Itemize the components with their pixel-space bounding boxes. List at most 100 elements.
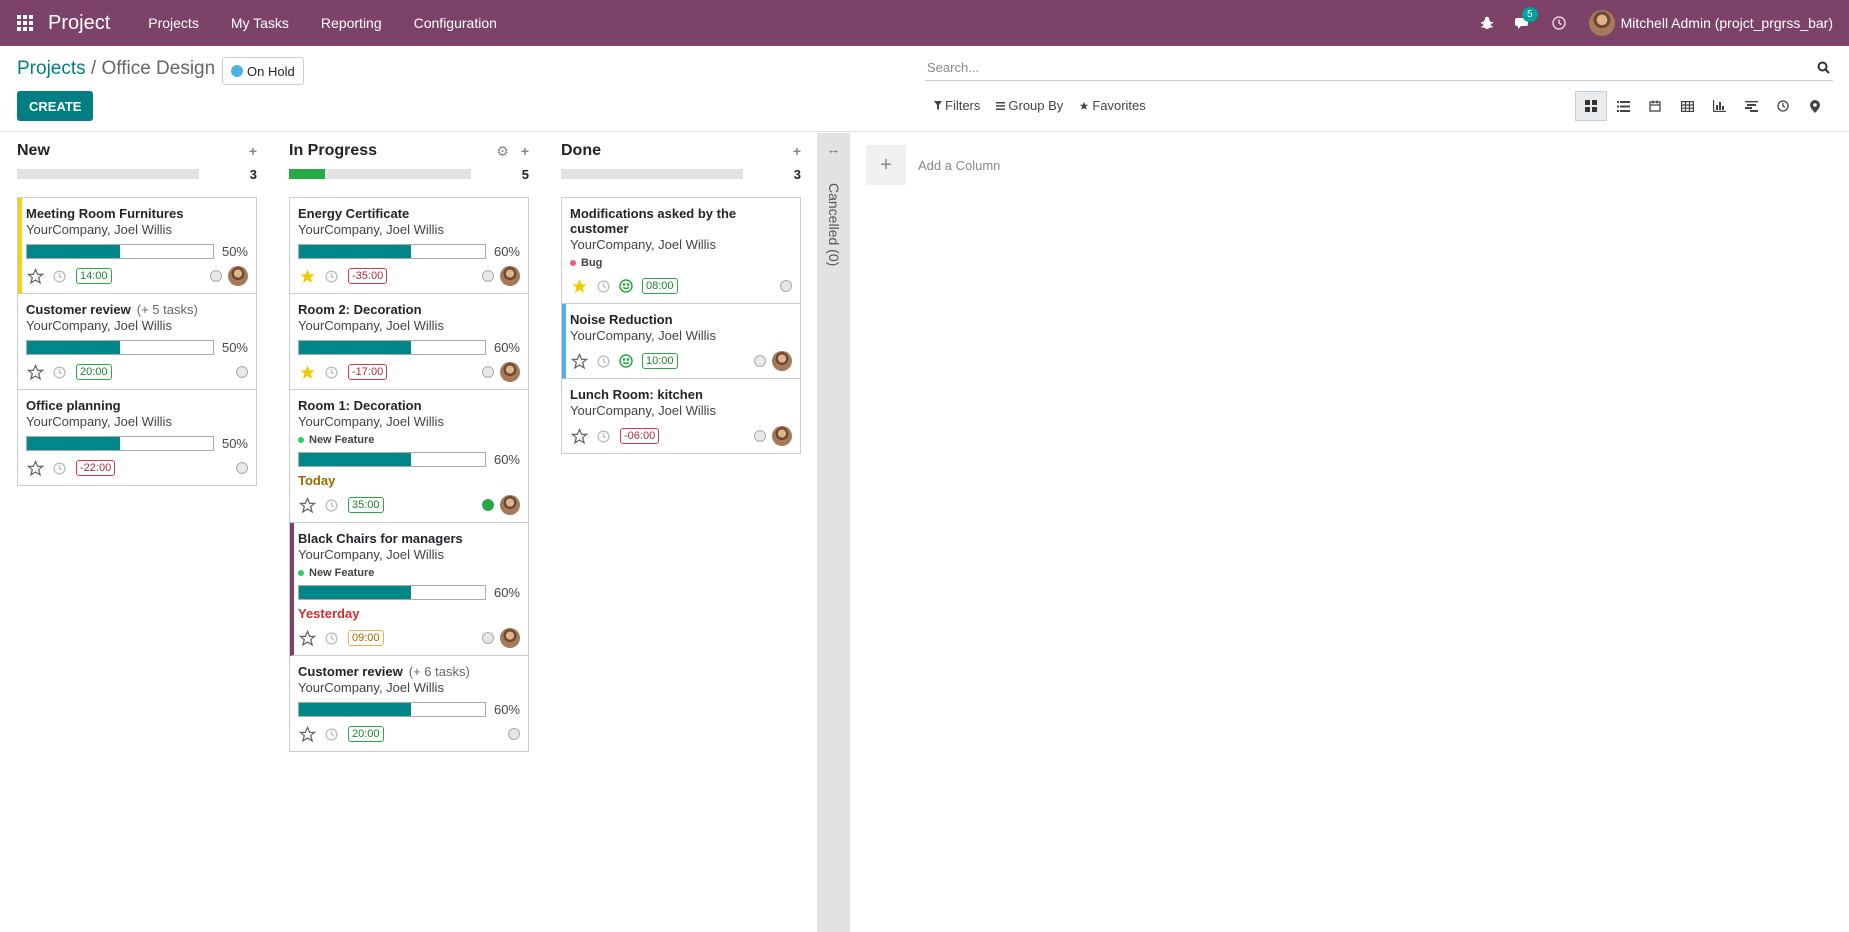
priority-star-icon[interactable] (26, 363, 44, 381)
kanban-state-dot[interactable] (210, 270, 222, 282)
priority-star-icon[interactable] (570, 352, 588, 370)
bug-icon[interactable] (1469, 16, 1505, 30)
priority-star-icon[interactable] (298, 725, 316, 743)
progress-fill (299, 245, 411, 258)
view-list-button[interactable] (1607, 91, 1639, 121)
view-calendar-button[interactable] (1639, 91, 1671, 121)
task-card[interactable]: Customer review (+ 5 tasks) YourCompany, J… (18, 294, 256, 390)
assignee-avatar[interactable] (500, 495, 520, 515)
group-by-button[interactable]: Group By (996, 98, 1063, 113)
assignee-avatar[interactable] (772, 351, 792, 371)
priority-star-icon[interactable] (298, 363, 316, 381)
column-progress-track[interactable] (289, 169, 471, 179)
task-card[interactable]: Meeting Room Furnitures YourCompany, Joel… (18, 198, 256, 294)
subtask-count[interactable]: (+ 6 tasks) (409, 664, 470, 679)
messages-icon[interactable]: 5 (1505, 7, 1541, 30)
priority-star-icon[interactable] (570, 427, 588, 445)
task-partner: YourCompany, Joel Willis (298, 222, 444, 237)
assignee-avatar[interactable] (772, 426, 792, 446)
kanban-state-dot[interactable] (754, 430, 766, 442)
column-quick-create-plus-icon[interactable]: + (521, 143, 529, 160)
view-activity-button[interactable] (1767, 91, 1799, 121)
activity-clock-icon[interactable] (1541, 16, 1577, 30)
task-footer: -35:00 (298, 265, 520, 287)
project-status-button[interactable]: On Hold (222, 57, 304, 85)
kanban-state-dot[interactable] (754, 355, 766, 367)
task-card[interactable]: Lunch Room: kitchen YourCompany, Joel Wil… (562, 379, 800, 454)
create-button[interactable]: CREATE (17, 91, 94, 121)
task-card[interactable]: Office planning YourCompany, Joel Willis 5… (18, 390, 256, 486)
assignee-avatar[interactable] (228, 266, 248, 286)
add-column-button[interactable]: + Add a Column (866, 145, 1000, 185)
priority-star-icon[interactable] (298, 629, 316, 647)
expand-arrows-icon[interactable]: ↔ (817, 141, 850, 157)
activity-clock-icon[interactable] (50, 363, 68, 381)
activity-clock-icon[interactable] (594, 427, 612, 445)
subtask-count[interactable]: (+ 5 tasks) (137, 302, 198, 317)
activity-clock-icon[interactable] (322, 725, 340, 743)
search-input[interactable] (925, 60, 1813, 75)
menu-my-tasks[interactable]: My Tasks (215, 15, 305, 31)
menu-configuration[interactable]: Configuration (398, 15, 513, 31)
kanban-state-dot[interactable] (482, 499, 494, 511)
priority-star-icon[interactable] (26, 459, 44, 477)
kanban-state-dot[interactable] (780, 280, 792, 292)
task-name: Meeting Room Furnitures (26, 206, 184, 221)
priority-star-icon[interactable] (298, 496, 316, 514)
menu-reporting[interactable]: Reporting (305, 15, 398, 31)
activity-clock-icon[interactable] (322, 267, 340, 285)
assignee-avatar[interactable] (500, 266, 520, 286)
task-card[interactable]: Noise Reduction YourCompany, Joel Willis 1… (562, 304, 800, 379)
favorites-button[interactable]: Favorites (1079, 98, 1146, 113)
priority-star-icon[interactable] (570, 277, 588, 295)
messages-count-badge: 5 (1522, 7, 1538, 22)
assignee-avatar[interactable] (500, 628, 520, 648)
task-card[interactable]: Modifications asked by the customer YourC… (562, 198, 800, 304)
folded-column-cancelled[interactable]: ↔ Cancelled (0) (817, 133, 850, 932)
view-gantt-button[interactable] (1735, 91, 1767, 121)
progress-fill (27, 437, 120, 450)
task-card[interactable]: Customer review (+ 6 tasks) YourCompany, J… (290, 656, 528, 752)
view-graph-button[interactable] (1703, 91, 1735, 121)
priority-star-icon[interactable] (26, 267, 44, 285)
task-card[interactable]: Energy Certificate YourCompany, Joel Will… (290, 198, 528, 294)
progress-percent: 50% (221, 340, 248, 355)
breadcrumb-projects[interactable]: Projects (17, 58, 86, 79)
kanban-state-dot[interactable] (482, 366, 494, 378)
kanban-state-dot[interactable] (508, 728, 520, 740)
kanban-state-dot[interactable] (236, 366, 248, 378)
kanban-state-dot[interactable] (236, 462, 248, 474)
column-progress-track[interactable] (561, 169, 743, 179)
user-menu[interactable]: Mitchell Admin (projct_prgrss_bar) (1577, 10, 1849, 36)
apps-grid-icon[interactable] (14, 12, 36, 34)
app-brand[interactable]: Project (48, 12, 110, 35)
kanban-state-dot[interactable] (482, 632, 494, 644)
task-card[interactable]: Room 1: Decoration YourCompany, Joel Will… (290, 390, 528, 523)
activity-clock-icon[interactable] (322, 629, 340, 647)
column-settings-gear-icon[interactable]: ⚙ (496, 143, 509, 160)
kanban-state-dot[interactable] (482, 270, 494, 282)
column-progress-track[interactable] (17, 169, 199, 179)
activity-clock-icon[interactable] (50, 459, 68, 477)
view-kanban-button[interactable] (1575, 91, 1607, 121)
task-card[interactable]: Room 2: Decoration YourCompany, Joel Will… (290, 294, 528, 390)
menu-projects[interactable]: Projects (132, 15, 215, 31)
task-name: Customer review (298, 664, 403, 679)
filters-button[interactable]: Filters (934, 98, 980, 113)
priority-star-icon[interactable] (298, 267, 316, 285)
kanban-icon (1585, 100, 1597, 112)
view-pivot-button[interactable] (1671, 91, 1703, 121)
activity-clock-icon[interactable] (594, 352, 612, 370)
column-quick-create-plus-icon[interactable]: + (793, 143, 801, 159)
activity-clock-icon[interactable] (50, 267, 68, 285)
column-quick-create-plus-icon[interactable]: + (249, 143, 257, 159)
task-partner: YourCompany, Joel Willis (298, 547, 444, 562)
activity-clock-icon[interactable] (322, 363, 340, 381)
task-card[interactable]: Black Chairs for managers YourCompany, Jo… (290, 523, 528, 656)
activity-clock-icon[interactable] (322, 496, 340, 514)
allocated-hours-badge: -35:00 (348, 268, 388, 284)
view-map-button[interactable] (1799, 91, 1831, 121)
search-icon[interactable] (1813, 61, 1833, 74)
assignee-avatar[interactable] (500, 362, 520, 382)
activity-clock-icon[interactable] (594, 277, 612, 295)
